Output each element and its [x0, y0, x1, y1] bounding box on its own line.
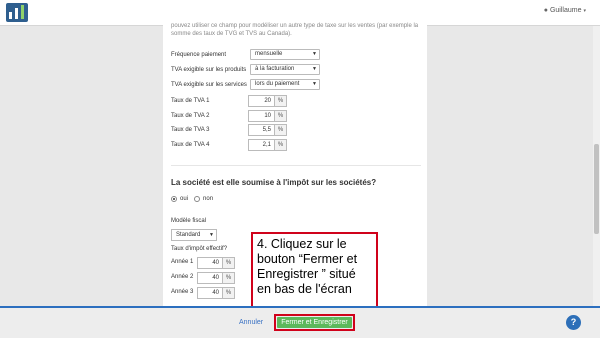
vat-rate-2-label: Taux de TVA 2: [171, 113, 210, 119]
vat-frequency-label: Fréquence paiement: [171, 52, 227, 58]
chevron-down-icon: ▾: [583, 7, 586, 14]
year-1-label: Année 1: [171, 259, 194, 265]
vat-rate-2-input[interactable]: 10: [248, 110, 275, 122]
vat-products-select[interactable]: à la facturation ▼: [250, 64, 320, 75]
vat-products-row: TVA exigible sur les produits: [171, 64, 249, 76]
save-button-highlight: Fermer et Enregistrer: [274, 314, 355, 331]
radio-no-label[interactable]: non: [203, 196, 213, 202]
vat-services-value: lors du paiement: [255, 81, 300, 87]
percent-addon: %: [223, 272, 235, 284]
vat-rate-1-label: Taux de TVA 1: [171, 98, 210, 104]
year-2-label: Année 2: [171, 274, 194, 280]
section-divider: [171, 165, 421, 166]
vat-rate-4-input[interactable]: 2,1: [248, 139, 275, 151]
vat-rate-1-input[interactable]: 20: [248, 95, 275, 107]
vat-rate-1-row: Taux de TVA 1: [171, 95, 249, 107]
vat-rate-2-row: Taux de TVA 2: [171, 110, 249, 122]
percent-addon: %: [223, 287, 235, 299]
year-3-input[interactable]: 40: [197, 287, 223, 299]
page-scrollbar[interactable]: [593, 26, 600, 306]
intro-text: pouvez utiliser ce champ pour modéliser …: [171, 23, 419, 37]
year-1-input[interactable]: 40: [197, 257, 223, 269]
scrollbar-thumb[interactable]: [594, 144, 599, 234]
percent-addon: %: [275, 110, 287, 122]
tax-model-select[interactable]: Standard ▼: [171, 229, 217, 241]
chevron-down-icon: ▼: [312, 66, 317, 72]
tutorial-callout: 4. Cliquez sur le bouton “Fermer et Enre…: [251, 232, 378, 308]
year-3-label: Année 3: [171, 289, 194, 295]
vat-rate-3-label: Taux de TVA 3: [171, 127, 210, 133]
app-logo-icon[interactable]: [6, 3, 28, 22]
close-and-save-button[interactable]: Fermer et Enregistrer: [277, 317, 352, 328]
user-name: Guillaume: [549, 7, 582, 14]
help-icon[interactable]: ?: [566, 315, 581, 330]
effective-rate-label: Taux d'impôt effectif?: [171, 246, 228, 252]
radio-yes-label[interactable]: oui: [180, 196, 188, 202]
percent-addon: %: [275, 95, 287, 107]
corporate-tax-question: La société est elle soumise à l'impôt su…: [171, 178, 377, 187]
corporate-tax-radio-group: oui non: [171, 196, 213, 202]
vat-products-label: TVA exigible sur les produits: [171, 67, 247, 73]
vat-services-row: TVA exigible sur les services: [171, 79, 249, 91]
percent-addon: %: [275, 139, 287, 151]
radio-no[interactable]: [194, 196, 201, 202]
vat-services-select[interactable]: lors du paiement ▼: [250, 79, 320, 90]
vat-services-label: TVA exigible sur les services: [171, 82, 247, 88]
cancel-button[interactable]: Annuler: [239, 319, 263, 326]
vat-frequency-select[interactable]: mensuelle ▼: [250, 49, 320, 60]
vat-frequency-row: Fréquence paiement: [171, 49, 249, 61]
chevron-down-icon: ▼: [312, 51, 317, 57]
radio-yes[interactable]: [171, 196, 177, 202]
vat-rate-4-label: Taux de TVA 4: [171, 142, 210, 148]
chevron-down-icon: ▼: [312, 81, 317, 87]
chevron-down-icon: ▼: [209, 232, 214, 238]
year-2-input[interactable]: 40: [197, 272, 223, 284]
tax-model-label: Modèle fiscal: [171, 218, 207, 224]
percent-addon: %: [223, 257, 235, 269]
vat-frequency-value: mensuelle: [255, 51, 283, 57]
user-icon: ●: [543, 7, 548, 14]
percent-addon: %: [275, 124, 287, 136]
tax-model-value: Standard: [176, 232, 201, 238]
footer-bar: Annuler Fermer et Enregistrer ?: [0, 306, 600, 338]
vat-rate-3-input[interactable]: 5,5: [248, 124, 275, 136]
vat-products-value: à la facturation: [255, 66, 295, 72]
user-menu[interactable]: ● Guillaume ▾: [544, 7, 586, 14]
vat-rate-4-row: Taux de TVA 4: [171, 139, 249, 151]
vat-rate-3-row: Taux de TVA 3: [171, 124, 249, 136]
